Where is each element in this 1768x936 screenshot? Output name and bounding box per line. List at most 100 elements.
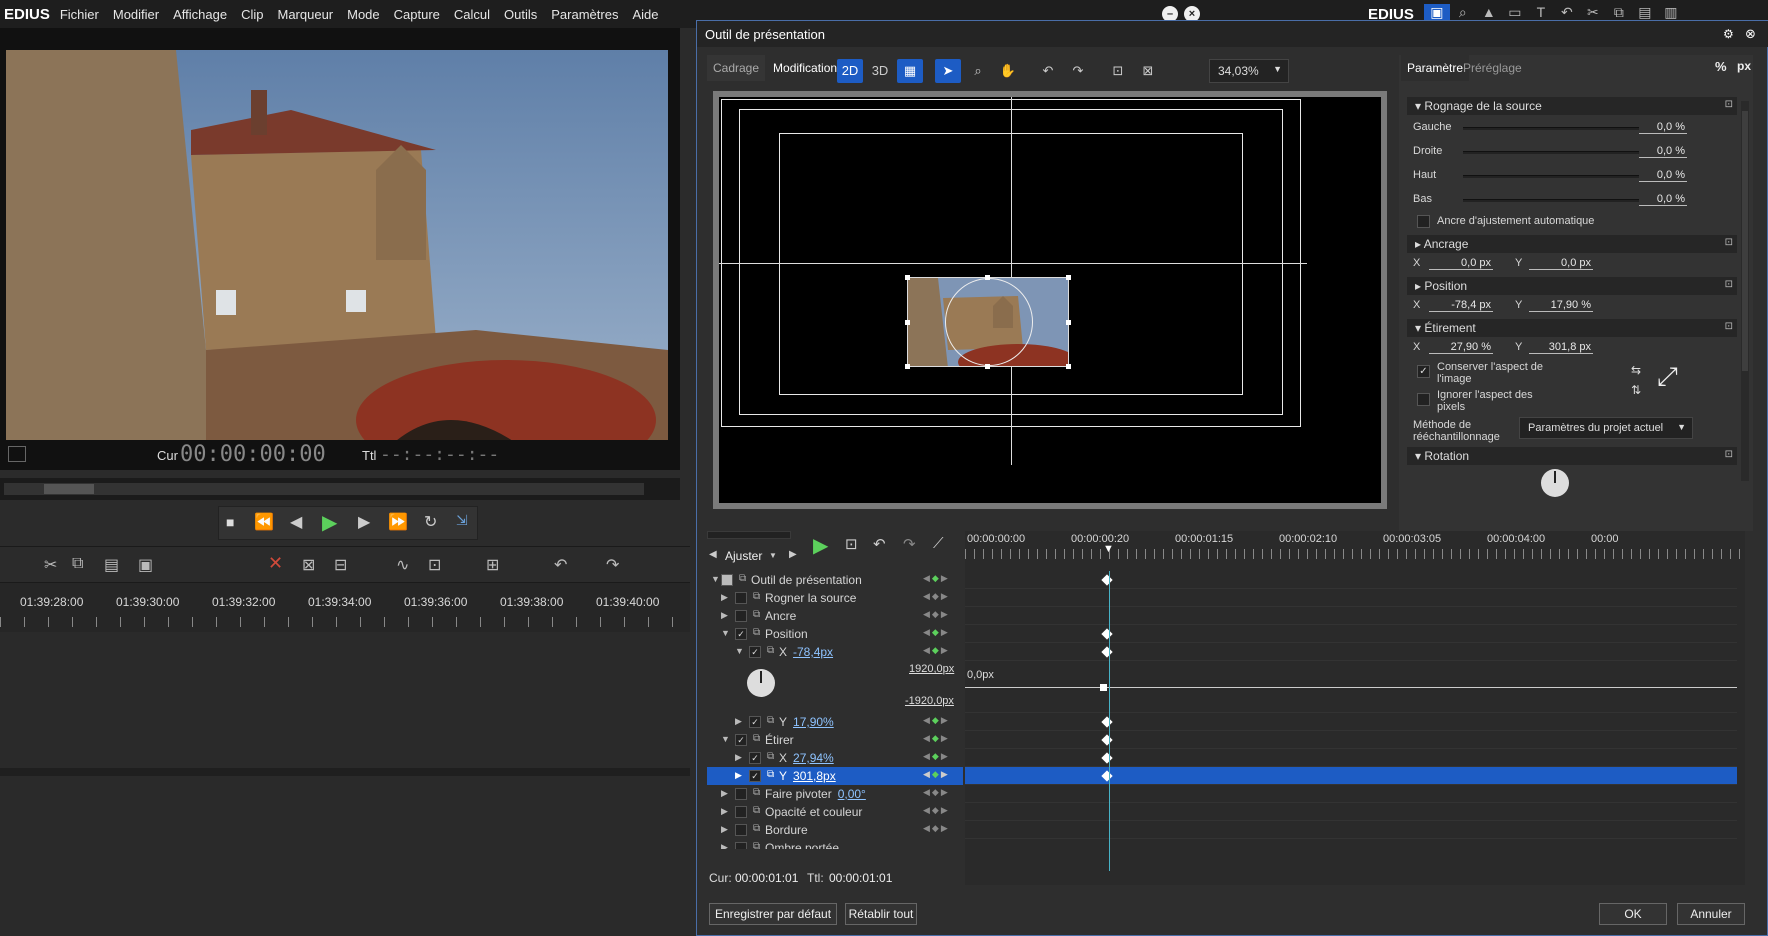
crop-left-value[interactable]: 0,0 % [1639, 121, 1687, 134]
swap-horizontal-icon[interactable]: ⇆ [1631, 363, 1641, 377]
redo-icon[interactable]: ↷ [606, 555, 619, 575]
film-icon[interactable] [8, 446, 26, 462]
kf-nav-icons[interactable]: ◀◆▶ [923, 787, 950, 798]
auto-anchor-checkbox[interactable] [1417, 215, 1430, 228]
expand-icon[interactable]: ▶ [721, 806, 728, 817]
kf-row-position[interactable]: ▼ ✓ ⧉ Position ◀◆▶ [707, 625, 963, 643]
kf-nav-icons[interactable]: ◀◆▶ [923, 769, 950, 780]
value-graph[interactable]: 0,0px [965, 661, 1745, 713]
collapse-icon[interactable]: ▼ [721, 628, 730, 638]
ignore-pixel-checkbox[interactable] [1417, 393, 1430, 406]
menu-calcul[interactable]: Calcul [454, 7, 490, 22]
track-row[interactable] [965, 785, 1745, 803]
ripple-delete-icon[interactable]: ⊠ [302, 555, 315, 575]
row-checkbox[interactable] [735, 610, 747, 622]
expand-icon[interactable]: ▶ [721, 592, 728, 603]
kf-nav-icons[interactable]: ◀◆▶ [923, 751, 950, 762]
kf-row-value[interactable]: 27,94% [793, 751, 834, 765]
copy-tool-icon[interactable]: ⧉ [72, 555, 83, 573]
row-checkbox[interactable] [735, 788, 747, 800]
delete-tool-icon[interactable]: ✕ [268, 553, 283, 574]
select-arrow-icon[interactable]: ➤ [935, 59, 961, 83]
kf-row-value[interactable]: 17,90% [793, 715, 834, 729]
track-row[interactable] [965, 607, 1745, 625]
kf-row-position-x[interactable]: ▼ ✓ ⧉ X -78,4px ◀◆▶ [707, 643, 963, 661]
kf-nav-icons[interactable]: ◀◆▶ [923, 645, 950, 656]
kf-undo-icon[interactable]: ↶ [873, 535, 886, 553]
kf-row-layouter[interactable]: ▼ ⧉ Outil de présentation ◀◆▶ [707, 571, 963, 589]
audio-gain-icon[interactable]: ⊡ [428, 555, 441, 575]
timeline-tracks[interactable] [0, 632, 690, 936]
section-anchor[interactable]: ▸ Ancrage ⊡ [1407, 235, 1737, 253]
resize-handle[interactable] [905, 364, 910, 369]
step-forward-icon[interactable]: ▶ [358, 512, 370, 532]
rotation-dial[interactable] [1541, 469, 1569, 497]
kf-row-crop[interactable]: ▶ ⧉ Rogner la source ◀◆▶ [707, 589, 963, 607]
row-checkbox[interactable]: ✓ [749, 752, 761, 764]
keyframe-diamond[interactable] [1101, 646, 1113, 658]
kf-nav-icons[interactable]: ◀◆▶ [923, 805, 950, 816]
menu-marqueur[interactable]: Marqueur [277, 7, 333, 22]
kf-nav-icons[interactable]: ◀◆▶ [923, 733, 950, 744]
keyframe-diamond[interactable] [1101, 752, 1113, 764]
kf-vertical-scrollbar[interactable] [1737, 571, 1745, 861]
row-checkbox[interactable] [735, 592, 747, 604]
kf-row-value[interactable]: -78,4px [793, 645, 833, 659]
menu-parametres[interactable]: Paramètres [551, 7, 618, 22]
kf-row-stretch-x[interactable]: ▶ ✓ ⧉ X 27,94% ◀◆▶ [707, 749, 963, 767]
waveform-icon[interactable]: ∿ [396, 555, 409, 575]
resize-handle[interactable] [905, 275, 910, 280]
track-row[interactable] [965, 803, 1745, 821]
kf-row-shadow[interactable]: ▶ ⧉ Ombre portée [707, 839, 963, 849]
menu-outils[interactable]: Outils [504, 7, 537, 22]
menu-modifier[interactable]: Modifier [113, 7, 159, 22]
kf-row-stretch-y[interactable]: ▶ ✓ ⧉ Y 301,8px ◀◆▶ [707, 767, 963, 785]
grid-icon[interactable]: ▦ [897, 59, 923, 83]
kf-nav-icons[interactable]: ◀◆▶ [923, 715, 950, 726]
row-checkbox[interactable]: ✓ [749, 716, 761, 728]
expand-icon[interactable]: ▶ [735, 752, 742, 763]
stretch-y-value[interactable]: 301,8 px [1529, 341, 1593, 354]
row-checkbox[interactable]: ✓ [735, 734, 747, 746]
unit-px-button[interactable]: px [1737, 59, 1751, 73]
track-row[interactable] [965, 571, 1745, 589]
preview-canvas[interactable] [713, 91, 1387, 509]
track-row[interactable] [965, 625, 1745, 643]
kf-horizontal-scrollbar[interactable] [965, 871, 1745, 885]
kf-fit-label[interactable]: Ajuster [725, 549, 762, 563]
mode-2d-icon[interactable]: 2D [837, 59, 863, 83]
track-row-selected[interactable] [965, 767, 1745, 785]
rewind-icon[interactable]: ⏪ [254, 512, 274, 532]
kf-nav-icons[interactable]: ◀◆▶ [923, 823, 950, 834]
keep-aspect-checkbox[interactable]: ✓ [1417, 365, 1430, 378]
collapse-icon[interactable]: ▼ [735, 646, 744, 656]
paste-insert-icon[interactable]: ▣ [138, 555, 153, 575]
kf-row-rotate[interactable]: ▶ ⧉ Faire pivoter 0,00° ◀◆▶ [707, 785, 963, 803]
zoom-select[interactable]: 34,03% ▼ [1209, 59, 1289, 83]
fast-forward-icon[interactable]: ⏩ [388, 512, 408, 532]
resize-handle[interactable] [905, 320, 910, 325]
row-checkbox[interactable] [735, 806, 747, 818]
graph-dial[interactable] [747, 669, 775, 697]
crop-right-value[interactable]: 0,0 % [1639, 145, 1687, 158]
position-y-value[interactable]: 17,90 % [1529, 299, 1593, 312]
dialog-close-icon[interactable]: ⊗ [1745, 26, 1756, 42]
position-x-value[interactable]: -78,4 px [1429, 299, 1493, 312]
kf-prev-icon[interactable]: ◀ [709, 549, 717, 560]
unit-percent-button[interactable]: % [1715, 59, 1727, 74]
settings-icon[interactable]: ⚙ [1723, 27, 1734, 41]
track-row[interactable] [965, 643, 1745, 661]
crop-top-value[interactable]: 0,0 % [1639, 169, 1687, 182]
scrub-bar[interactable] [0, 478, 680, 500]
swap-vertical-icon[interactable]: ⇅ [1631, 383, 1641, 397]
kf-row-value[interactable]: 0,00° [838, 787, 866, 801]
resize-handle[interactable] [985, 275, 990, 280]
reset-all-button[interactable]: Rétablir tout [845, 903, 917, 925]
menu-fichier[interactable]: Fichier [60, 7, 99, 22]
crop-bottom-value[interactable]: 0,0 % [1639, 193, 1687, 206]
marker-delete-icon[interactable]: ⊞ [486, 555, 499, 575]
tab-cadrage[interactable]: Cadrage [707, 55, 766, 81]
crop-right-slider[interactable] [1463, 151, 1639, 154]
kf-row-anchor[interactable]: ▶ ⧉ Ancre ◀◆▶ [707, 607, 963, 625]
scrub-handle[interactable] [44, 484, 94, 494]
